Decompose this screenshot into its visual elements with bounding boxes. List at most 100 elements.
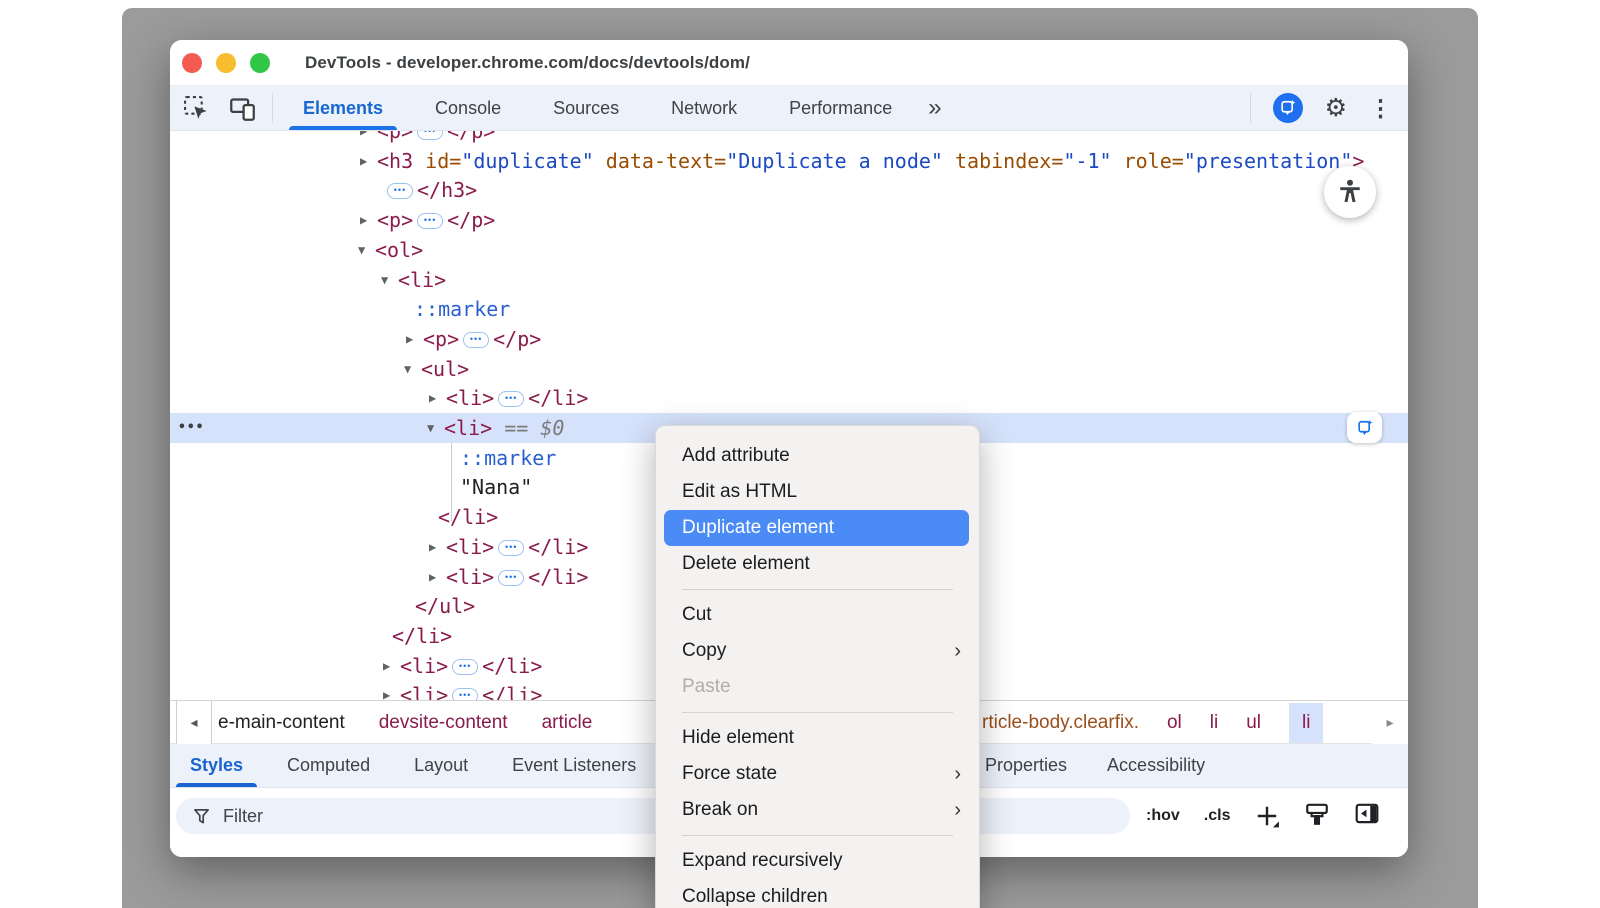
disclosure-arrow-icon[interactable]: ▼ [404,354,411,384]
breadcrumb-item[interactable]: devsite-content [379,712,508,734]
dom-tree-row[interactable]: ▼ <ol> [170,235,1408,265]
sidebar-tab-computed[interactable]: Computed [287,744,370,787]
code-tag: </p> [447,208,495,232]
menu-item-edit-as-html[interactable]: Edit as HTML [656,474,979,510]
menu-item-break-on[interactable]: Break on› [656,792,979,828]
menu-item-delete-element[interactable]: Delete element [656,546,979,582]
disclosure-arrow-icon[interactable]: ▶ [360,131,367,146]
disclosure-arrow-icon[interactable]: ▼ [381,265,388,295]
menu-item-force-state[interactable]: Force state› [656,756,979,792]
menu-item-label: Copy [682,640,726,662]
menu-item-copy[interactable]: Copy› [656,633,979,669]
zoom-window-button[interactable] [250,53,270,73]
menu-item-label: Force state [682,763,777,785]
menu-item-cut[interactable]: Cut [656,597,979,633]
collapsed-content-icon[interactable]: ••• [452,659,478,675]
disclosure-arrow-icon[interactable]: ▶ [383,680,390,700]
node-markup: <ol> [375,235,423,265]
menu-item-collapse-children[interactable]: Collapse children [656,879,979,908]
disclosure-arrow-icon[interactable]: ▶ [383,651,390,681]
breadcrumb-item[interactable]: ol [1167,712,1182,734]
breadcrumb-item[interactable]: li [1289,703,1323,743]
toggle-element-state-button[interactable]: :hov [1146,807,1180,825]
code-tag: <h3 [377,149,413,173]
disclosure-arrow-icon[interactable]: ▶ [429,532,436,562]
breadcrumb-item[interactable]: e-main-content [218,712,345,734]
row-overflow-dots-icon[interactable]: ••• [178,413,204,443]
node-markup: "Nana" [460,472,532,502]
sidebar-tab-layout[interactable]: Layout [414,744,468,787]
dom-tree-row[interactable]: ▶<h3 id="duplicate" data-text="Duplicate… [170,146,1408,176]
panel-tab-sources[interactable]: Sources [553,86,619,130]
rendering-emulation-icon[interactable] [1304,801,1330,832]
breadcrumb-item[interactable]: li [1210,712,1218,734]
sidebar-tab-event-listeners[interactable]: Event Listeners [512,744,636,787]
panel-tab-network[interactable]: Network [671,86,737,130]
dom-tree-row[interactable]: ▶<p>•••</p> [170,131,1408,146]
panel-tab-console[interactable]: Console [435,86,501,130]
dom-tree-row[interactable]: ▶<li>•••</li> [170,383,1408,413]
settings-gear-icon[interactable]: ⚙ [1325,96,1347,121]
dom-tree-row[interactable]: ::marker [170,294,1408,324]
inspect-element-icon[interactable] [182,94,210,122]
minimize-window-button[interactable] [216,53,236,73]
dom-tree-row[interactable]: ▶ <p>•••</p> [170,205,1408,235]
disclosure-arrow-icon[interactable]: ▼ [427,413,434,443]
collapsed-content-icon[interactable]: ••• [417,131,443,140]
menu-item-add-attribute[interactable]: Add attribute [656,438,979,474]
collapsed-content-icon[interactable]: ••• [452,688,478,700]
disclosure-arrow-icon[interactable]: ▶ [360,205,367,235]
dom-tree-row[interactable]: ▼<li> [170,265,1408,295]
node-markup: <p>•••</p> [377,205,495,235]
menu-item-duplicate-element[interactable]: Duplicate element [664,510,969,546]
device-toolbar-icon[interactable] [228,94,256,122]
disclosure-arrow-icon[interactable]: ▶ [360,146,367,176]
disclosure-arrow-icon[interactable]: ▶ [406,324,413,354]
breadcrumb-item[interactable]: article [542,712,593,734]
close-window-button[interactable] [182,53,202,73]
breadcrumb-item[interactable]: rticle-body.clearfix. [982,712,1139,734]
node-markup: •••</h3> [383,175,477,205]
menu-item-expand-recursively[interactable]: Expand recursively [656,843,979,879]
breadcrumb-back-button[interactable]: ◂ [176,701,212,744]
filter-field[interactable] [176,798,1130,834]
menu-item-hide-element[interactable]: Hide element [656,720,979,756]
more-panels-icon[interactable]: » [928,94,941,122]
breadcrumb-forward-button[interactable]: ▸ [1372,701,1408,744]
dom-tree-row[interactable]: ▶<p>•••</p> [170,324,1408,354]
code-tag: </li> [482,654,542,678]
code-tag: <li> [400,683,448,700]
ai-assistance-icon[interactable] [1273,93,1303,123]
collapsed-content-icon[interactable]: ••• [387,183,413,199]
collapsed-content-icon[interactable]: ••• [498,540,524,556]
collapsed-content-icon[interactable]: ••• [417,213,443,229]
panel-tab-elements[interactable]: Elements [303,86,383,130]
toggle-sidebar-icon[interactable] [1354,801,1380,832]
breadcrumb-item[interactable]: ul [1246,712,1261,734]
dom-tree-row[interactable]: •••</h3> [170,175,1408,205]
collapsed-content-icon[interactable]: ••• [498,391,524,407]
panel-tabs: Elements Console Sources Network Performance [303,86,892,130]
code-val: "Duplicate a node" [726,149,943,173]
sidebar-tabs-left: Styles Computed Layout Event Listeners [190,744,636,787]
sidebar-tab-properties[interactable]: Properties [985,744,1067,787]
more-options-kebab-icon[interactable]: ⋮ [1369,97,1392,120]
ask-ai-row-button[interactable] [1347,412,1382,443]
disclosure-arrow-icon[interactable]: ▶ [429,562,436,592]
filter-funnel-icon [192,807,211,826]
collapsed-content-icon[interactable]: ••• [463,332,489,348]
element-classes-button[interactable]: .cls [1204,807,1231,825]
new-style-rule-button[interactable] [1254,803,1280,829]
code-tag: <ul> [421,357,469,381]
dom-tree-row[interactable]: ▼ <ul> [170,354,1408,384]
disclosure-arrow-icon[interactable]: ▶ [429,383,436,413]
menu-divider [682,712,953,713]
sidebar-tab-styles[interactable]: Styles [190,744,243,787]
collapsed-content-icon[interactable]: ••• [498,570,524,586]
node-markup: </li> [392,621,452,651]
disclosure-arrow-icon[interactable]: ▼ [358,235,365,265]
accessibility-widget-button[interactable] [1324,166,1376,218]
panel-tab-performance[interactable]: Performance [789,86,892,130]
sidebar-tab-accessibility[interactable]: Accessibility [1107,744,1205,787]
code-tag: </li> [528,565,588,589]
